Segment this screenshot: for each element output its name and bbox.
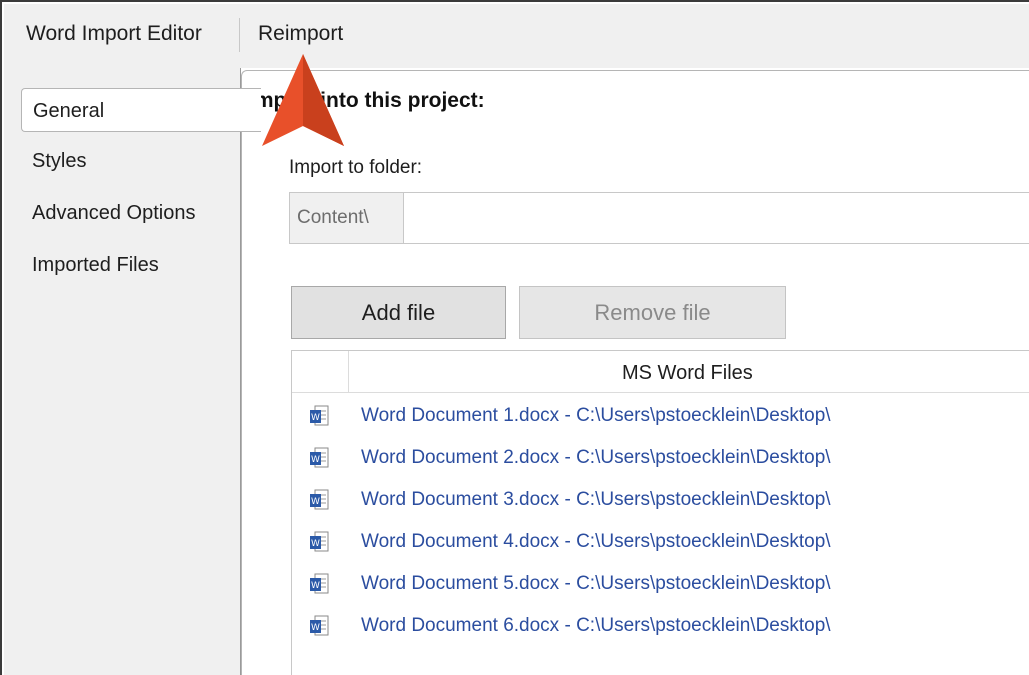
word-document-icon: W	[310, 573, 329, 594]
word-document-icon: W	[310, 447, 329, 468]
import-folder-input[interactable]	[404, 192, 1029, 244]
word-document-icon: W	[310, 405, 329, 426]
toolbar-divider	[239, 18, 240, 52]
list-item[interactable]: W Word Document 4.docx - C:\Users\pstoeck…	[292, 522, 1029, 564]
general-panel: Import into this project: Import to fold…	[241, 70, 1029, 675]
word-import-editor-tab[interactable]: Word Import Editor	[26, 22, 202, 46]
sidebar-item-advanced-options[interactable]: Advanced Options	[32, 202, 195, 225]
svg-text:W: W	[311, 413, 320, 423]
file-name[interactable]: Word Document 3.docx - C:\Users\pstoeckl…	[361, 489, 831, 511]
svg-text:W: W	[311, 455, 320, 465]
add-file-button[interactable]: Add file	[291, 286, 506, 339]
list-item[interactable]: W Word Document 3.docx - C:\Users\pstoeck…	[292, 480, 1029, 522]
file-name[interactable]: Word Document 5.docx - C:\Users\pstoeckl…	[361, 573, 831, 595]
svg-text:W: W	[311, 581, 320, 591]
list-item[interactable]: W Word Document 5.docx - C:\Users\pstoeck…	[292, 564, 1029, 606]
word-document-icon: W	[310, 615, 329, 636]
sidebar-item-general[interactable]: General	[21, 88, 261, 132]
icon-column-header[interactable]	[292, 351, 349, 392]
sidebar-item-imported-files[interactable]: Imported Files	[32, 254, 159, 277]
file-name[interactable]: Word Document 1.docx - C:\Users\pstoeckl…	[361, 405, 831, 427]
word-document-icon: W	[310, 489, 329, 510]
svg-text:W: W	[311, 623, 320, 633]
remove-file-button[interactable]: Remove file	[519, 286, 786, 339]
list-item[interactable]: W Word Document 1.docx - C:\Users\pstoeck…	[292, 396, 1029, 438]
reimport-button[interactable]: Reimport	[258, 22, 343, 46]
sidebar-item-styles[interactable]: Styles	[32, 150, 86, 173]
arrow-up-icon	[262, 54, 344, 146]
list-item[interactable]: W Word Document 2.docx - C:\Users\pstoeck…	[292, 438, 1029, 480]
file-list-header: MS Word Files	[292, 351, 1029, 393]
file-name[interactable]: Word Document 6.docx - C:\Users\pstoeckl…	[361, 615, 831, 637]
app-window: Word Import Editor Reimport General Styl…	[0, 0, 1029, 675]
word-document-icon: W	[310, 531, 329, 552]
sidebar: General Styles Advanced Options Imported…	[4, 68, 261, 675]
list-item[interactable]: W Word Document 6.docx - C:\Users\pstoeck…	[292, 606, 1029, 648]
folder-prefix: Content\	[289, 192, 404, 244]
svg-text:W: W	[311, 497, 320, 507]
toolbar: Word Import Editor Reimport	[4, 4, 1029, 68]
file-list[interactable]: MS Word Files W Word Document 1.docx - C:…	[291, 350, 1029, 675]
import-folder-label: Import to folder:	[289, 157, 423, 178]
ms-word-files-column-header[interactable]: MS Word Files	[622, 362, 753, 385]
svg-text:W: W	[311, 539, 320, 549]
file-name[interactable]: Word Document 2.docx - C:\Users\pstoeckl…	[361, 447, 831, 469]
file-name[interactable]: Word Document 4.docx - C:\Users\pstoeckl…	[361, 531, 831, 553]
